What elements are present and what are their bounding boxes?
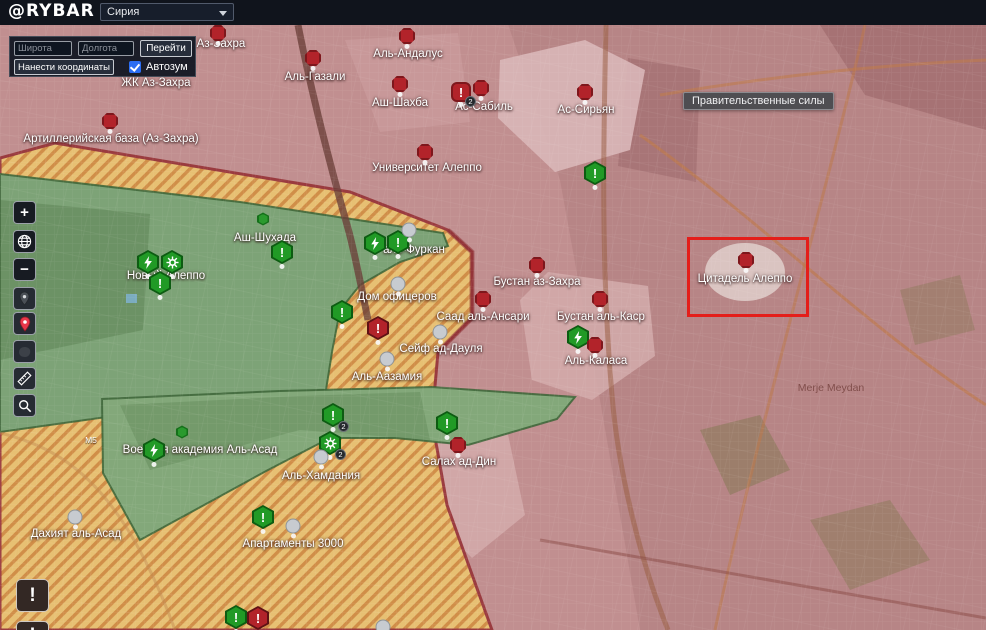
alert-icon: ! <box>29 625 35 630</box>
plot-coordinates-button[interactable]: Нанести координаты <box>14 59 114 75</box>
marker-red-octagon[interactable] <box>473 80 489 96</box>
zoom-in-button[interactable]: + <box>13 201 36 224</box>
rybar-map-app: Аз-ЗахраАль-ГазалиАль-АндалусАш-ШахбаАс-… <box>0 0 986 630</box>
region-select-value: Сирия <box>107 6 139 18</box>
marker-green-hex-dot[interactable] <box>257 213 269 226</box>
marker-red-octagon[interactable] <box>529 257 545 273</box>
marker-green-hex-excl[interactable]: ! <box>584 161 606 185</box>
marker-red-octagon[interactable] <box>305 50 321 66</box>
marker-red-octagon[interactable] <box>450 437 466 453</box>
forces-tooltip-text: Правительственные силы <box>692 95 825 107</box>
area-tool-button[interactable] <box>13 340 36 363</box>
marker-red-shield-excl[interactable]: !2 <box>451 82 471 102</box>
marker-red-hex-excl[interactable]: ! <box>247 606 269 630</box>
map-label: Дахият аль-Асад <box>31 528 122 540</box>
forces-tooltip: Правительственные силы <box>683 92 834 110</box>
marker-gray-dot[interactable] <box>314 450 329 465</box>
marker-red-octagon[interactable] <box>587 337 603 353</box>
search-icon <box>18 399 32 413</box>
area-icon <box>18 346 32 358</box>
map-label: Ас-Сабиль <box>455 101 513 113</box>
marker-gray-dot[interactable] <box>433 325 448 340</box>
marker-green-hex-excl[interactable]: ! <box>252 505 274 529</box>
map-label: Сейф ад-Дауля <box>399 343 482 355</box>
marker-red-octagon[interactable] <box>392 76 408 92</box>
marker-green-hex-excl[interactable]: ! <box>271 240 293 264</box>
marker-gray-dot[interactable] <box>376 620 391 630</box>
latitude-input[interactable] <box>14 41 72 56</box>
map-label: Апартаменты 3000 <box>243 538 344 550</box>
map-label: М5 <box>85 435 97 445</box>
marker-green-hex-bolt[interactable] <box>364 231 386 255</box>
gray-pin-icon <box>18 291 31 306</box>
zoom-out-icon: − <box>20 261 29 278</box>
zoom-in-icon: + <box>20 204 29 221</box>
map-label: ЖК Аз-Захра <box>121 77 190 89</box>
chevron-down-icon <box>219 11 227 16</box>
map-label: Аш-Шахба <box>372 97 428 109</box>
autozoom-checkbox[interactable] <box>129 61 141 73</box>
marker-red-octagon[interactable] <box>475 291 491 307</box>
map-label: Аль-Газали <box>285 71 346 83</box>
map-label: Ас-Сирьян <box>558 104 615 116</box>
marker-red-octagon[interactable] <box>592 291 608 307</box>
globe-icon <box>17 234 32 249</box>
search-tool-button[interactable] <box>13 394 36 417</box>
marker-red-octagon[interactable] <box>399 28 415 44</box>
map-label: Merje Meydan <box>798 382 865 394</box>
marker-green-hex-excl[interactable]: !2 <box>322 403 344 427</box>
alert-icon: ! <box>29 585 35 607</box>
marker-red-octagon[interactable] <box>102 113 118 129</box>
coordinates-panel: Перейти Нанести координаты Автозум <box>9 36 196 77</box>
map-label: Аль-Андалус <box>373 48 442 60</box>
marker-green-hex-excl[interactable]: ! <box>436 411 458 435</box>
map-label: Салах ад-Дин <box>422 456 496 468</box>
top-bar: @RYBAR Сирия <box>0 0 986 25</box>
marker-red-octagon[interactable] <box>417 144 433 160</box>
red-marker-tool-button[interactable] <box>13 312 36 335</box>
ruler-icon <box>17 371 32 386</box>
marker-green-hex-excl[interactable]: ! <box>331 300 353 324</box>
longitude-input[interactable] <box>78 41 134 56</box>
alerts-button-secondary[interactable]: ! <box>16 621 49 630</box>
map-label: Артиллерийская база (Аз-Захра) <box>23 133 198 145</box>
gray-marker-tool-button[interactable] <box>13 287 36 310</box>
marker-gray-dot[interactable] <box>68 510 83 525</box>
globe-button[interactable] <box>13 230 36 253</box>
marker-gray-dot[interactable] <box>286 519 301 534</box>
marker-green-hex-excl[interactable]: ! <box>225 605 247 629</box>
rybar-logo: @RYBAR <box>8 1 95 21</box>
map-label: Аль-Аазамия <box>352 371 423 383</box>
region-select[interactable]: Сирия <box>100 3 234 21</box>
autozoom-label: Автозум <box>146 61 188 73</box>
map-label: Бустан аль-Каср <box>557 311 645 323</box>
map-label: Цитадель Алеппо <box>698 273 793 285</box>
marker-green-hex-bolt[interactable] <box>567 325 589 349</box>
map-label: Саад аль-Ансари <box>436 311 529 323</box>
go-button[interactable]: Перейти <box>140 40 192 57</box>
marker-green-hex-bolt[interactable] <box>143 438 165 462</box>
marker-green-hex-dot[interactable] <box>176 426 188 439</box>
marker-red-octagon[interactable] <box>577 84 593 100</box>
measure-tool-button[interactable] <box>13 367 36 390</box>
red-pin-icon <box>18 316 32 332</box>
marker-gray-dot[interactable] <box>402 223 417 238</box>
map-label: Аль-Хамдания <box>282 470 360 482</box>
marker-gray-dot[interactable] <box>380 352 395 367</box>
marker-red-octagon[interactable] <box>210 25 226 41</box>
zoom-out-button[interactable]: − <box>13 258 36 281</box>
alerts-button[interactable]: ! <box>16 579 49 612</box>
marker-red-octagon[interactable] <box>738 252 754 268</box>
marker-red-hex-excl[interactable]: ! <box>367 316 389 340</box>
marker-green-hex-excl[interactable]: ! <box>149 271 171 295</box>
marker-gray-dot[interactable] <box>391 277 406 292</box>
